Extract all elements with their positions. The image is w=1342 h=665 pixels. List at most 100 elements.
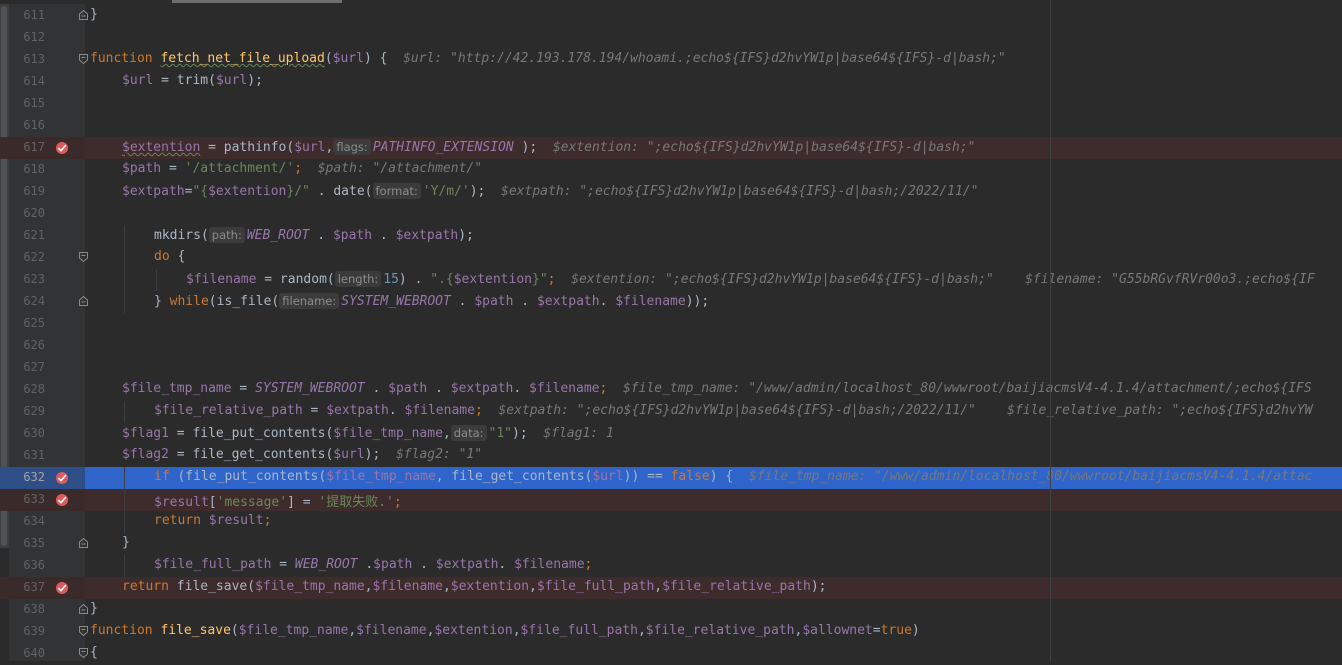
line-number[interactable]: 637 (9, 580, 45, 594)
code-text[interactable]: { (90, 645, 98, 660)
code-line[interactable]: 618 $path = '/attachment/'; $path: "/atta… (0, 159, 1342, 181)
line-number[interactable]: 624 (9, 294, 45, 308)
line-number[interactable]: 612 (9, 30, 45, 44)
code-line[interactable]: 635} (0, 533, 1342, 555)
line-number[interactable]: 638 (9, 602, 45, 616)
fold-end-icon[interactable] (79, 296, 88, 306)
code-line[interactable]: 613 function fetch_net_file_upload($url) … (0, 49, 1342, 71)
line-number[interactable]: 617 (9, 140, 45, 154)
fold-end-icon[interactable] (79, 10, 88, 20)
code-line[interactable]: 637 return file_save($file_tmp_name,$file… (0, 577, 1342, 599)
code-text[interactable]: } (90, 601, 98, 616)
code-line[interactable]: 627 (0, 357, 1342, 379)
line-number[interactable]: 629 (9, 404, 45, 418)
code-text[interactable]: mkdirs(path: WEB_ROOT . $path . $extpath)… (154, 227, 474, 243)
fold-collapse-icon[interactable] (79, 252, 88, 262)
code-line[interactable]: 630 $flag1 = file_put_contents($file_tmp_… (0, 423, 1342, 445)
line-number[interactable]: 615 (9, 96, 45, 110)
code-text[interactable]: $path = '/attachment/'; $path: "/attachm… (122, 161, 482, 176)
line-number[interactable]: 635 (9, 536, 45, 550)
line-number[interactable]: 618 (9, 162, 45, 176)
fold-end-icon[interactable] (79, 604, 88, 614)
code-text[interactable]: $url = trim($url); (122, 73, 263, 88)
line-number[interactable]: 620 (9, 206, 45, 220)
code-editor[interactable]: 611} 612 613 function fetch_net_file_upload… (0, 0, 1342, 661)
line-number[interactable]: 630 (9, 426, 45, 440)
line-number[interactable]: 613 (9, 52, 45, 66)
code-text[interactable]: function fetch_net_file_upload($url) { $… (90, 51, 1006, 66)
code-line[interactable]: 633 $result['message'] = '提取失败.'; (0, 489, 1342, 511)
code-text[interactable]: $extpath="{$extention}/" . date(format: '… (122, 183, 978, 199)
code-text[interactable]: $file_relative_path = $extpath. $filenam… (154, 403, 1312, 418)
code-line[interactable]: 615 (0, 93, 1342, 115)
code-line[interactable]: 621 mkdirs(path: WEB_ROOT . $path . $extpa… (0, 225, 1342, 247)
line-number[interactable]: 619 (9, 184, 45, 198)
line-number[interactable]: 614 (9, 74, 45, 88)
code-line[interactable]: 614 $url = trim($url); (0, 71, 1342, 93)
code-text[interactable]: if (file_put_contents($file_tmp_name, fi… (154, 469, 1312, 484)
line-number[interactable]: 621 (9, 228, 45, 242)
code-line[interactable]: 623 $filename = random(length: 15) . ".{$e… (0, 269, 1342, 291)
code-line[interactable]: 625 (0, 313, 1342, 335)
code-token: ; (474, 403, 499, 418)
code-text[interactable]: $filename = random(length: 15) . ".{$exte… (186, 271, 1315, 287)
code-text[interactable]: $extention = pathinfo($url, flags: PATHINF… (122, 139, 975, 155)
breakpoint-icon[interactable] (55, 471, 69, 485)
breakpoint-icon[interactable] (55, 141, 69, 155)
code-text[interactable]: } (122, 535, 130, 550)
code-line[interactable]: 611} (0, 5, 1342, 27)
code-line[interactable]: 632 if (file_put_contents($file_tmp_name,… (0, 467, 1342, 489)
line-number[interactable]: 625 (9, 316, 45, 330)
fold-end-icon[interactable] (79, 538, 88, 548)
code-line[interactable]: 617 $extention = pathinfo($url, flags: PATH… (0, 137, 1342, 159)
code-token: = trim( (153, 73, 216, 88)
line-number[interactable]: 633 (9, 492, 45, 506)
code-line[interactable]: 628 $file_tmp_name = SYSTEM_WEBROOT . $pa… (0, 379, 1342, 401)
line-number[interactable]: 636 (9, 558, 45, 572)
code-line[interactable]: 624 } while(is_file(filename: SYSTEM_WEBRO… (0, 291, 1342, 313)
fold-collapse-icon[interactable] (79, 54, 88, 64)
line-number[interactable]: 634 (9, 514, 45, 528)
code-line[interactable]: 620 (0, 203, 1342, 225)
code-line[interactable]: 622 do { (0, 247, 1342, 269)
code-line[interactable]: 636 $file_full_path = WEB_ROOT .$path . $… (0, 555, 1342, 577)
line-number[interactable]: 622 (9, 250, 45, 264)
code-line[interactable]: 631 $flag2 = file_get_contents($url); $fl… (0, 445, 1342, 467)
code-line[interactable]: 612 (0, 27, 1342, 49)
code-line[interactable]: 619 $extpath="{$extention}/" . date(forma… (0, 181, 1342, 203)
line-number[interactable]: 611 (9, 8, 45, 22)
breakpoint-icon[interactable] (55, 493, 69, 507)
code-text[interactable]: } (90, 7, 98, 22)
code-line[interactable]: 634 return $result; (0, 511, 1342, 533)
code-text[interactable]: } while(is_file(filename: SYSTEM_WEBROOT … (154, 293, 709, 309)
breakpoint-icon[interactable] (55, 581, 69, 595)
line-number[interactable]: 639 (9, 624, 45, 638)
code-text[interactable]: return file_save($file_tmp_name,$filenam… (122, 579, 826, 594)
code-text[interactable]: $file_full_path = WEB_ROOT .$path . $ext… (154, 557, 592, 572)
code-text[interactable]: return $result; (154, 513, 271, 528)
fold-collapse-icon[interactable] (79, 648, 88, 658)
line-number[interactable]: 631 (9, 448, 45, 462)
code-line[interactable]: 616 (0, 115, 1342, 137)
code-line[interactable]: 639 function file_save($file_tmp_name,$fi… (0, 621, 1342, 643)
line-number[interactable]: 627 (9, 360, 45, 374)
code-text[interactable]: do { (154, 249, 185, 264)
code-token: } (90, 601, 98, 616)
line-number[interactable]: 623 (9, 272, 45, 286)
code-text[interactable]: function file_save($file_tmp_name,$filen… (90, 623, 920, 638)
code-text[interactable]: $flag2 = file_get_contents($url); $flag2… (122, 447, 482, 462)
line-number[interactable]: 626 (9, 338, 45, 352)
code-text[interactable]: $file_tmp_name = SYSTEM_WEBROOT . $path … (122, 381, 1312, 396)
line-number[interactable]: 628 (9, 382, 45, 396)
line-number[interactable]: 640 (9, 646, 45, 660)
code-line[interactable]: 629 $file_relative_path = $extpath. $file… (0, 401, 1342, 423)
code-line[interactable]: 638} (0, 599, 1342, 621)
line-number[interactable]: 616 (9, 118, 45, 132)
code-text[interactable]: $result['message'] = '提取失败.'; (154, 491, 402, 510)
code-line[interactable]: 626 (0, 335, 1342, 357)
line-number[interactable]: 632 (9, 470, 45, 484)
fold-collapse-icon[interactable] (79, 626, 88, 636)
code-token: = (302, 403, 327, 418)
code-line[interactable]: 640 { (0, 643, 1342, 665)
code-text[interactable]: $flag1 = file_put_contents($file_tmp_nam… (122, 425, 614, 441)
